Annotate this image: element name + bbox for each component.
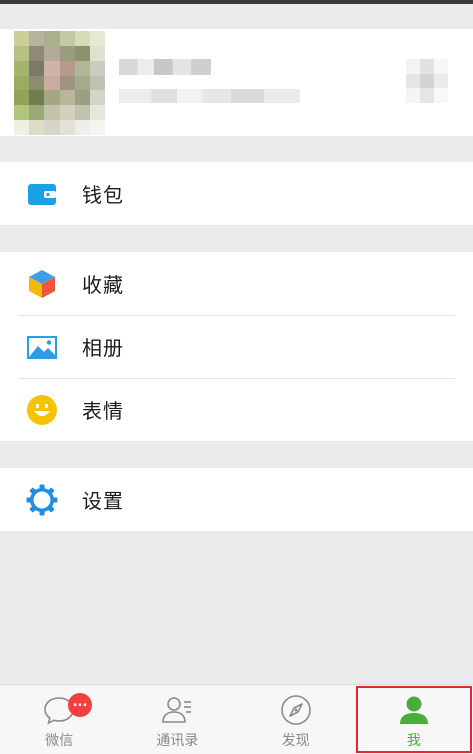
avatar-pixel bbox=[44, 105, 60, 121]
avatar-pixel bbox=[29, 31, 45, 46]
qr-pixel bbox=[406, 88, 420, 103]
avatar-pixel bbox=[74, 105, 90, 121]
avatar-pixel bbox=[29, 120, 45, 135]
qr-pixel bbox=[420, 88, 434, 103]
qr-pixel bbox=[406, 59, 420, 74]
avatar-pixel bbox=[29, 105, 45, 121]
avatar-pixel bbox=[29, 90, 45, 106]
menu-item-settings[interactable]: 设置 bbox=[0, 468, 473, 531]
tab-chats[interactable]: ... 微信 bbox=[0, 685, 118, 754]
bottom-tab-bar: ... 微信 通讯录 发现 我 bbox=[0, 684, 473, 754]
tab-label: 通讯录 bbox=[156, 733, 199, 749]
avatar-pixel bbox=[29, 60, 45, 76]
avatar-pixel bbox=[74, 45, 90, 61]
tab-me[interactable]: 我 bbox=[355, 685, 473, 754]
qr-pixel bbox=[420, 73, 434, 89]
avatar-pixel bbox=[14, 90, 30, 106]
compass-icon bbox=[279, 693, 313, 727]
qr-code-icon[interactable] bbox=[406, 59, 448, 103]
avatar-pixel bbox=[74, 31, 90, 46]
avatar-pixel bbox=[44, 75, 60, 91]
menu-item-favorites[interactable]: 收藏 bbox=[0, 252, 473, 315]
smiley-icon bbox=[26, 394, 58, 426]
menu-group-settings: 设置 bbox=[0, 468, 473, 531]
gear-icon bbox=[26, 484, 58, 516]
avatar-pixel bbox=[74, 75, 90, 91]
menu-item-label: 相册 bbox=[82, 336, 124, 360]
avatar-pixel bbox=[74, 120, 90, 135]
avatar-pixel bbox=[89, 105, 105, 121]
wechat-id-blurred bbox=[119, 89, 300, 103]
avatar-pixel bbox=[59, 105, 75, 121]
menu-item-wallet[interactable]: 钱包 bbox=[0, 162, 473, 225]
menu-item-album[interactable]: 相册 bbox=[0, 315, 473, 378]
avatar-pixel bbox=[44, 90, 60, 106]
avatar-pixel bbox=[89, 60, 105, 76]
cube-icon bbox=[26, 268, 58, 300]
menu-item-stickers[interactable]: 表情 bbox=[0, 378, 473, 441]
avatar-pixel bbox=[89, 90, 105, 106]
avatar-pixel bbox=[44, 31, 60, 46]
avatar-pixel bbox=[59, 31, 75, 46]
menu-item-label: 钱包 bbox=[82, 183, 124, 207]
avatar-pixel bbox=[59, 45, 75, 61]
avatar-pixel bbox=[59, 75, 75, 91]
avatar-pixel bbox=[14, 120, 30, 135]
image-icon bbox=[26, 331, 58, 363]
menu-group-wallet: 钱包 bbox=[0, 162, 473, 225]
profile-card[interactable] bbox=[0, 29, 473, 136]
contacts-icon bbox=[160, 693, 194, 727]
menu-item-label: 表情 bbox=[82, 399, 124, 423]
qr-pixel bbox=[420, 59, 434, 74]
avatar[interactable] bbox=[14, 31, 105, 135]
avatar-pixel bbox=[14, 31, 30, 46]
avatar-pixel bbox=[89, 120, 105, 135]
wallet-icon bbox=[26, 178, 58, 210]
menu-item-label: 收藏 bbox=[82, 273, 124, 297]
avatar-pixel bbox=[44, 45, 60, 61]
menu-item-label: 设置 bbox=[82, 489, 124, 513]
qr-pixel bbox=[434, 73, 448, 89]
avatar-pixel bbox=[14, 45, 30, 61]
avatar-pixel bbox=[89, 45, 105, 61]
avatar-pixel bbox=[59, 60, 75, 76]
tab-label: 我 bbox=[406, 733, 421, 749]
avatar-pixel bbox=[59, 120, 75, 135]
tab-contacts[interactable]: 通讯录 bbox=[118, 685, 236, 754]
avatar-pixel bbox=[59, 90, 75, 106]
avatar-pixel bbox=[14, 105, 30, 121]
avatar-pixel bbox=[29, 45, 45, 61]
avatar-pixel bbox=[14, 75, 30, 91]
user-icon bbox=[397, 693, 431, 727]
unread-badge: ... bbox=[68, 693, 92, 717]
avatar-pixel bbox=[44, 60, 60, 76]
qr-pixel bbox=[434, 59, 448, 74]
avatar-pixel bbox=[29, 75, 45, 91]
nickname-blurred bbox=[119, 59, 211, 75]
avatar-pixel bbox=[44, 120, 60, 135]
qr-pixel bbox=[406, 73, 420, 89]
avatar-pixel bbox=[14, 60, 30, 76]
avatar-pixel bbox=[89, 75, 105, 91]
menu-group-content: 收藏 相册 表情 bbox=[0, 252, 473, 441]
tab-label: 微信 bbox=[45, 733, 74, 749]
avatar-pixel bbox=[89, 31, 105, 46]
tab-discover[interactable]: 发现 bbox=[237, 685, 355, 754]
avatar-pixel bbox=[74, 60, 90, 76]
status-bar bbox=[0, 0, 473, 4]
qr-pixel bbox=[434, 88, 448, 103]
avatar-pixel bbox=[74, 90, 90, 106]
tab-label: 发现 bbox=[281, 733, 310, 749]
